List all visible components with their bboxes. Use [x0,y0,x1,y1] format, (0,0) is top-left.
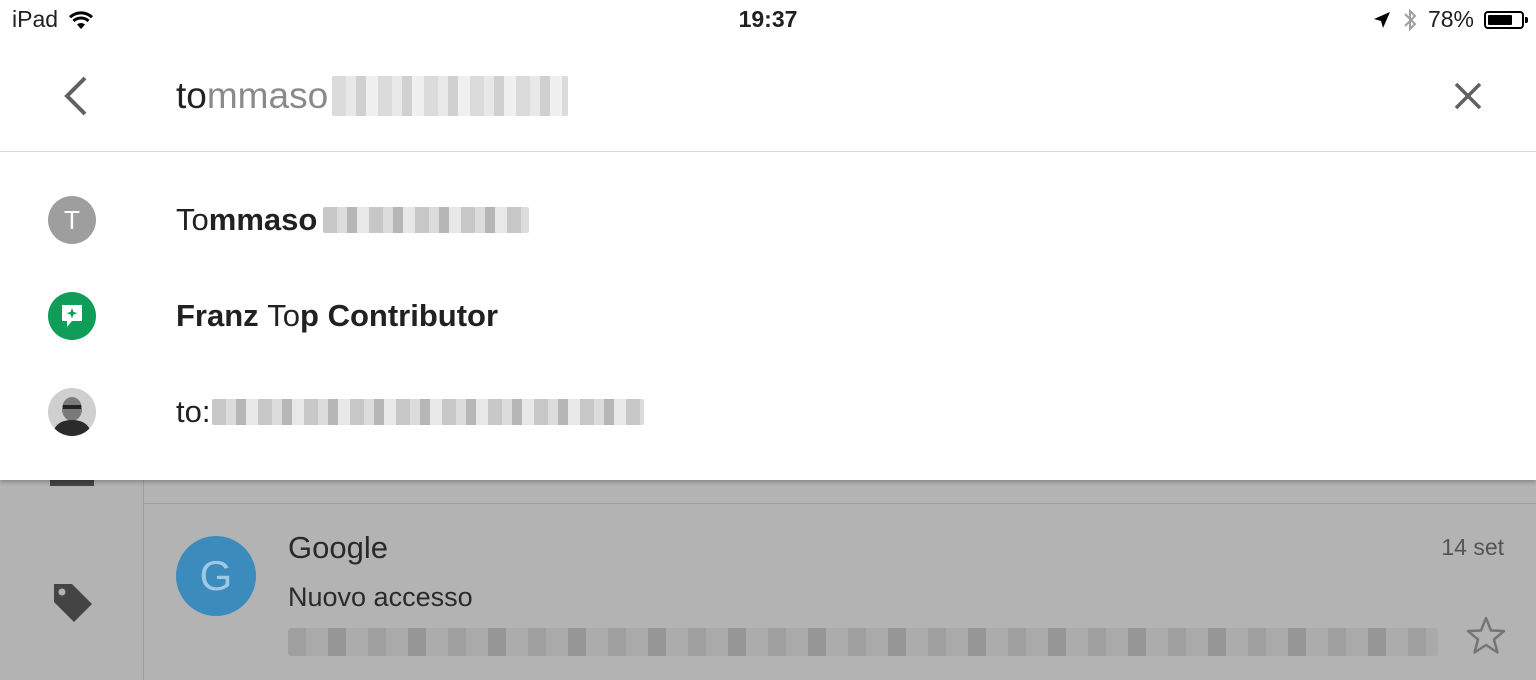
search-suggestions: T To mmaso Franz To p Contributor to: [0,152,1536,480]
search-input[interactable]: to mmaso [176,72,569,120]
battery-level [1488,14,1513,25]
suggestion-text-part: To [267,298,301,333]
search-bar: to mmaso [0,42,1536,152]
search-completion-text: mmaso [206,75,329,116]
search-typed-text: to [176,75,207,116]
star-icon[interactable] [1464,614,1508,658]
suggestion-text-part: Franz [176,298,268,333]
avatar-letter: G [199,552,233,599]
nav-item-icon[interactable] [50,480,94,486]
suggestion-label: Franz To p Contributor [176,268,498,364]
redacted-text [332,76,569,116]
suggestion-item[interactable]: T To mmaso [0,172,1536,268]
label-tag-icon[interactable] [48,578,96,626]
battery-icon [1484,10,1528,29]
suggestion-text-part: mmaso [208,202,318,237]
close-icon [1454,82,1482,110]
suggestion-label: to: [176,364,645,460]
email-sender: Google [288,530,388,565]
status-time: 19:37 [738,6,798,32]
redacted-text [323,207,530,233]
contact-photo-avatar [48,388,96,436]
battery-percent: 78% [1427,6,1474,32]
email-subject: Nuovo accesso [288,582,473,612]
email-date: 14 set [1441,534,1504,560]
email-snippet-redacted [288,628,1438,656]
suggestion-text-part: to: [176,394,211,429]
chevron-left-icon [64,76,87,116]
status-bar: iPad 19:37 78% [0,0,1536,42]
person-photo-icon [48,388,96,436]
suggestion-text-part: To [176,202,209,237]
redacted-text [212,399,645,425]
suggestion-text-part: p Contributor [300,298,499,333]
suggestion-item[interactable]: Franz To p Contributor [0,268,1536,364]
bluetooth-icon [1404,8,1417,31]
clear-search-button[interactable] [1440,68,1496,124]
status-right: 78% [1372,6,1528,33]
side-nav [0,480,144,680]
inbox-background: G Google Nuovo accesso 14 set [0,480,1536,680]
suggestion-item[interactable]: to: [0,364,1536,460]
sender-avatar: G [176,536,256,616]
back-button[interactable] [46,66,106,126]
suggestion-label: To mmaso [176,172,530,268]
location-arrow-icon [1373,11,1390,28]
email-row[interactable]: G Google Nuovo accesso 14 set [144,504,1536,680]
chat-bubble-icon [62,305,82,327]
hangouts-icon [48,292,96,340]
contact-initial-avatar: T [48,196,96,244]
avatar-letter: T [64,204,80,235]
